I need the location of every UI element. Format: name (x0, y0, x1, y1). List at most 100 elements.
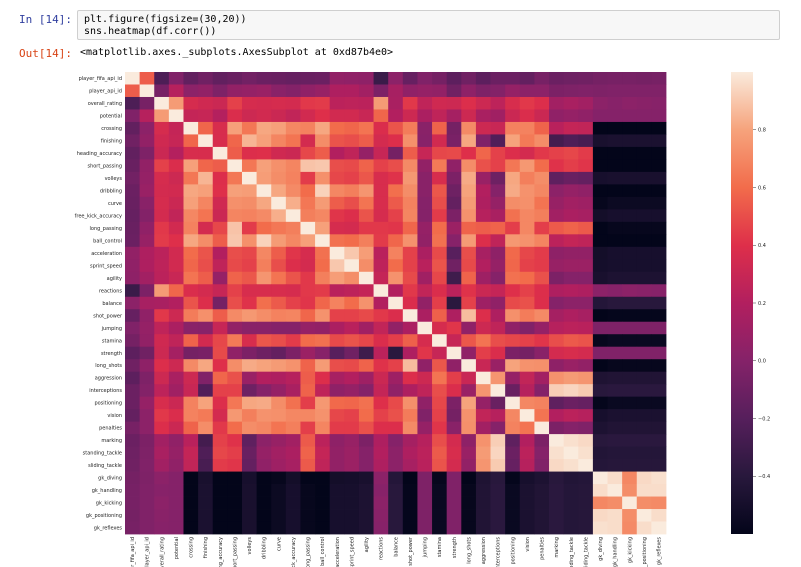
heatmap-cell (563, 109, 579, 123)
heatmap-cell (344, 334, 360, 348)
heatmap-cell (592, 459, 608, 472)
heatmap-cell (607, 271, 623, 285)
heatmap-cell (505, 271, 521, 285)
heatmap-cell (388, 521, 404, 535)
heatmap-cell (534, 196, 550, 210)
heatmap-cell (636, 421, 652, 435)
heatmap-cell (373, 84, 389, 98)
heatmap-cell (651, 384, 667, 398)
x-tick-label: curve (276, 537, 282, 551)
heatmap-cell (563, 196, 579, 210)
heatmap-cell (125, 409, 141, 423)
y-tick-label: potential (100, 114, 122, 120)
heatmap-cell (636, 146, 652, 160)
heatmap-cell (432, 234, 448, 248)
heatmap-cell (461, 284, 477, 298)
heatmap-cell (592, 171, 608, 185)
heatmap-cell (651, 159, 667, 173)
heatmap-cell (271, 84, 287, 98)
heatmap-cell (271, 496, 287, 510)
heatmap-cell (592, 446, 608, 460)
heatmap-cell (505, 246, 521, 260)
x-tick-label: gk_handling (613, 537, 619, 567)
heatmap-cell (125, 309, 141, 323)
heatmap-cell (402, 346, 418, 360)
heatmap-cell (227, 259, 243, 273)
heatmap-cell (315, 446, 331, 460)
heatmap-cell (592, 334, 608, 348)
heatmap-cell (432, 84, 448, 98)
heatmap-cell (475, 309, 491, 323)
heatmap-cell (168, 446, 184, 460)
heatmap-cell (344, 359, 360, 373)
heatmap-cell (432, 496, 448, 510)
heatmap-cell (402, 421, 418, 435)
heatmap-cell (125, 96, 141, 110)
heatmap-cell (607, 384, 623, 398)
heatmap-cell (651, 309, 667, 323)
heatmap-cell (563, 459, 579, 472)
heatmap-cell (329, 159, 345, 173)
heatmap-cell (651, 84, 667, 98)
heatmap-cell (125, 159, 141, 173)
heatmap-cell (607, 484, 623, 497)
x-tick-label: volleys (247, 537, 253, 555)
colorbar-tick-label: −0.2 (758, 416, 770, 422)
heatmap-cell (505, 471, 521, 485)
heatmap-cell (139, 521, 155, 535)
heatmap-cell (183, 121, 199, 135)
heatmap-cell (329, 196, 345, 210)
y-tick-label: agility (107, 276, 122, 282)
heatmap-cell (388, 471, 404, 485)
heatmap-cell (446, 384, 462, 398)
heatmap-cell (358, 371, 374, 385)
heatmap-cell (622, 134, 638, 148)
heatmap-cell (651, 496, 667, 510)
heatmap-cell (358, 221, 374, 235)
heatmap-cell (475, 384, 491, 398)
heatmap-cell (651, 396, 667, 410)
heatmap-cell (651, 109, 667, 123)
heatmap-cell (358, 346, 374, 360)
heatmap-cell (285, 471, 301, 485)
heatmap-cell (636, 171, 652, 185)
heatmap-cell (534, 171, 550, 185)
heatmap-cell (417, 434, 433, 447)
heatmap-cell (212, 384, 228, 398)
heatmap-cell (358, 409, 374, 423)
heatmap-cell (622, 471, 638, 485)
heatmap-cell (154, 371, 170, 385)
heatmap-cell (227, 221, 243, 235)
heatmap-cell (607, 134, 623, 148)
heatmap-cell (607, 496, 623, 510)
heatmap-cell (358, 434, 374, 447)
heatmap-cell (212, 309, 228, 323)
heatmap-cell (285, 334, 301, 348)
heatmap-cell (651, 409, 667, 423)
heatmap-cell (256, 271, 272, 285)
heatmap-cell (227, 134, 243, 148)
heatmap-cell (329, 346, 345, 360)
heatmap-cell (344, 521, 360, 535)
heatmap-cell (402, 259, 418, 273)
heatmap-cell (563, 72, 579, 85)
heatmap-cell (139, 246, 155, 260)
heatmap-cell (344, 434, 360, 447)
heatmap-cell (154, 359, 170, 373)
heatmap-cell (563, 521, 579, 535)
heatmap-cell (417, 409, 433, 423)
heatmap-cell (388, 409, 404, 423)
heatmap-cell (139, 509, 155, 522)
heatmap-cell (212, 321, 228, 335)
heatmap-cell (578, 284, 594, 298)
heatmap-cell (300, 234, 316, 248)
heatmap-cell (212, 109, 228, 123)
heatmap-cell (125, 234, 141, 248)
heatmap-cell (475, 459, 491, 472)
heatmap-cell (358, 296, 374, 310)
heatmap-cell (373, 146, 389, 160)
heatmap-cell (622, 509, 638, 522)
heatmap-cell (578, 434, 594, 447)
heatmap-cell (549, 234, 565, 248)
heatmap-cell (446, 196, 462, 210)
